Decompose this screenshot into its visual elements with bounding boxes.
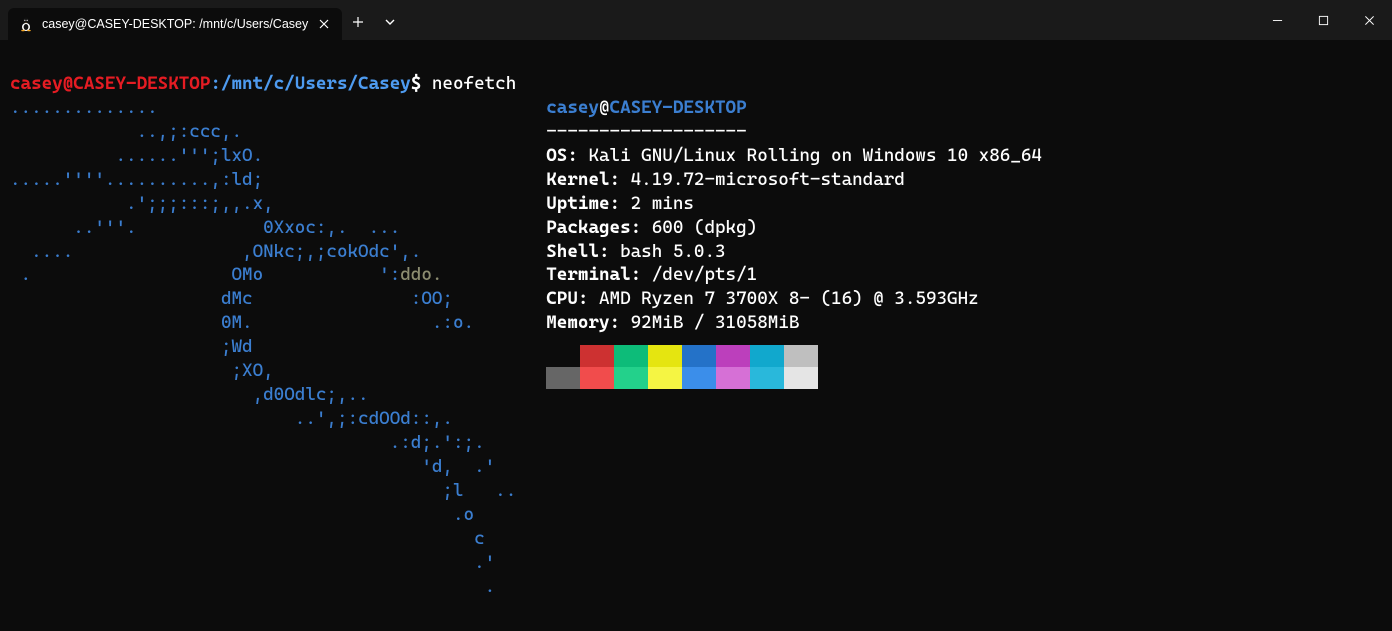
tux-icon [18, 16, 34, 32]
uptime-key: Uptime [546, 193, 609, 214]
packages-key: Packages [546, 217, 630, 238]
color-swatch [784, 367, 818, 389]
color-swatch [614, 345, 648, 367]
color-palette [546, 345, 1042, 389]
close-button[interactable] [1346, 0, 1392, 40]
color-swatch [750, 367, 784, 389]
terminal-viewport[interactable]: casey@CASEY-DESKTOP:/mnt/c/Users/Casey$ … [0, 40, 1392, 631]
kernel-value: 4.19.72-microsoft-standard [631, 169, 905, 190]
terminal-key: Terminal [546, 264, 630, 285]
color-swatch [546, 367, 580, 389]
color-swatch [580, 367, 614, 389]
minimize-button[interactable] [1254, 0, 1300, 40]
terminal-value: /dev/pts/1 [652, 264, 757, 285]
color-swatch [546, 345, 580, 367]
cpu-value: AMD Ryzen 7 3700X 8- (16) @ 3.593GHz [599, 288, 979, 309]
memory-key: Memory [546, 312, 609, 333]
color-swatch [784, 345, 818, 367]
memory-value: 92MiB / 31058MiB [631, 312, 800, 333]
color-swatch [682, 367, 716, 389]
shell-key: Shell [546, 241, 599, 262]
maximize-button[interactable] [1300, 0, 1346, 40]
shell-value: bash 5.0.3 [620, 241, 725, 262]
uptime-value: 2 mins [631, 193, 694, 214]
prompt-colon: : [210, 73, 221, 94]
tab-close-button[interactable] [316, 16, 332, 32]
color-swatch [750, 345, 784, 367]
palette-row-1 [546, 345, 1042, 367]
kernel-key: Kernel [546, 169, 609, 190]
os-key: OS [546, 145, 567, 166]
color-swatch [648, 345, 682, 367]
cpu-key: CPU [546, 288, 578, 309]
window-controls [1254, 0, 1392, 40]
prompt-user: casey@CASEY-DESKTOP [10, 73, 210, 94]
tab-dropdown-button[interactable] [374, 6, 406, 38]
color-swatch [648, 367, 682, 389]
info-at: @ [599, 97, 610, 118]
titlebar-left: casey@CASEY-DESKTOP: /mnt/c/Users/Casey [0, 0, 406, 40]
ascii-art: .............. ..,;:ccc,. ......''';lxO.… [10, 96, 516, 599]
tab-title: casey@CASEY-DESKTOP: /mnt/c/Users/Casey [42, 17, 308, 31]
os-value: Kali GNU/Linux Rolling on Windows 10 x86… [588, 145, 1042, 166]
neofetch-output: .............. ..,;:ccc,. ......''';lxO.… [10, 96, 1382, 599]
prompt-path: /mnt/c/Users/Casey [221, 73, 411, 94]
info-user: casey [546, 97, 599, 118]
new-tab-button[interactable] [342, 6, 374, 38]
color-swatch [580, 345, 614, 367]
palette-row-2 [546, 367, 1042, 389]
info-host: CASEY-DESKTOP [610, 97, 747, 118]
terminal-tab[interactable]: casey@CASEY-DESKTOP: /mnt/c/Users/Casey [8, 8, 342, 40]
color-swatch [716, 367, 750, 389]
prompt-dollar: $ [411, 73, 422, 94]
command-text: neofetch [432, 73, 516, 94]
packages-value: 600 (dpkg) [652, 217, 757, 238]
color-swatch [716, 345, 750, 367]
info-divider: ------------------- [546, 121, 746, 142]
color-swatch [614, 367, 648, 389]
titlebar: casey@CASEY-DESKTOP: /mnt/c/Users/Casey [0, 0, 1392, 40]
color-swatch [682, 345, 716, 367]
system-info: casey@CASEY-DESKTOP ------------------- … [516, 96, 1042, 599]
